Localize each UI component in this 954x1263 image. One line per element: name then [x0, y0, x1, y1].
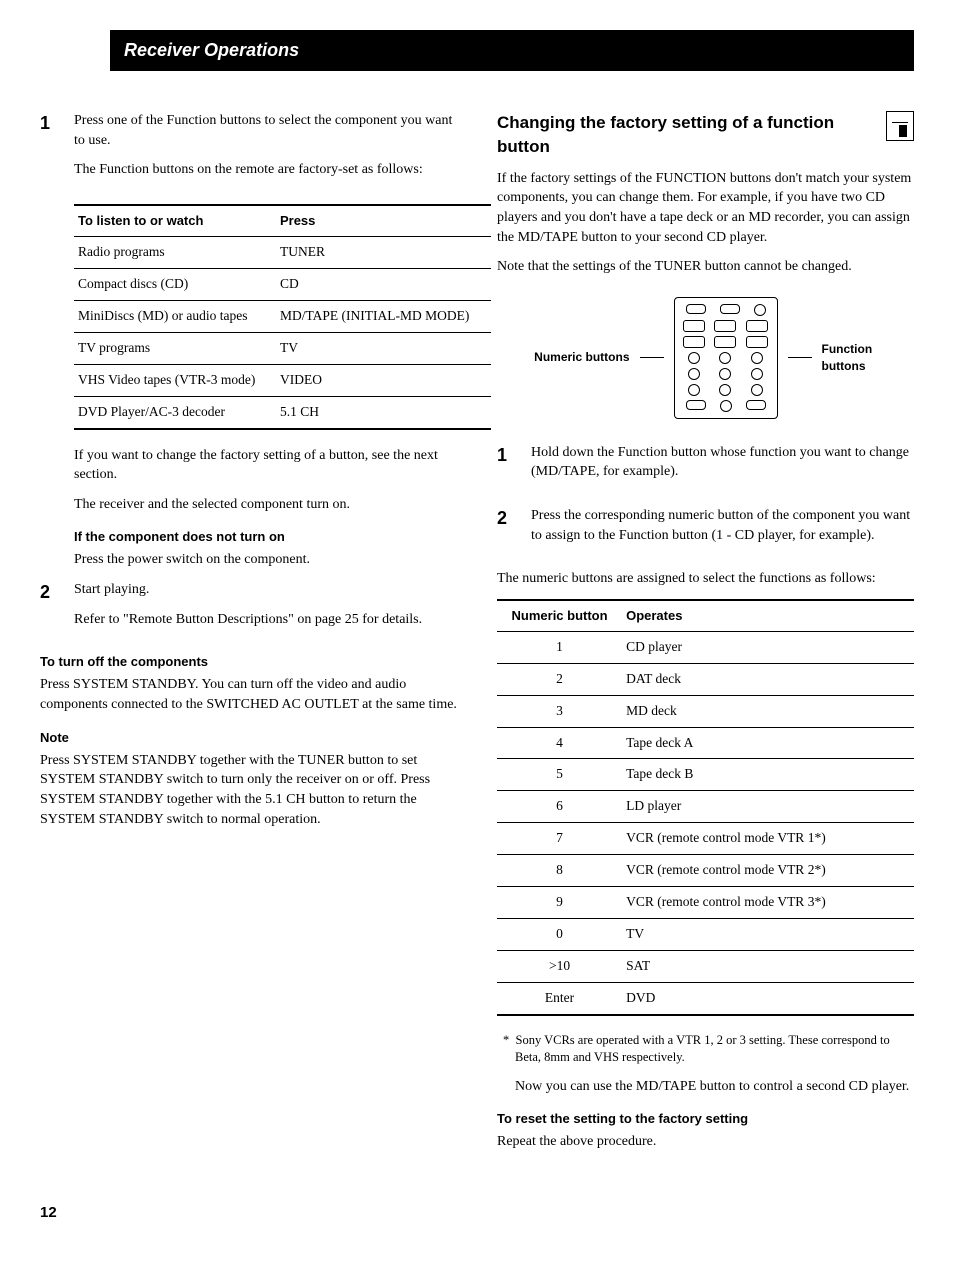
table-cell: DAT deck: [622, 663, 914, 695]
table-cell: Compact discs (CD): [74, 269, 276, 301]
table-cell: 1: [497, 631, 622, 663]
table-cell: VHS Video tapes (VTR-3 mode): [74, 364, 276, 396]
table-cell: Tape deck A: [622, 727, 914, 759]
step2-text: Refer to "Remote Button Descriptions" on…: [74, 610, 457, 630]
table-header: Operates: [622, 600, 914, 632]
table-cell: 8: [497, 855, 622, 887]
table-cell: >10: [497, 950, 622, 982]
table-cell: Enter: [497, 982, 622, 1014]
step-number: 2: [497, 506, 517, 555]
document-page: Receiver Operations 1 Press one of the F…: [0, 0, 954, 1263]
table-cell: 7: [497, 823, 622, 855]
table-cell: CD: [276, 269, 491, 301]
footnote-text: Sony VCRs are operated with a VTR 1, 2 o…: [515, 1033, 890, 1065]
two-column-layout: 1 Press one of the Function buttons to s…: [40, 111, 914, 1162]
step-text: Hold down the Function button whose func…: [531, 443, 914, 482]
table-cell: VIDEO: [276, 364, 491, 396]
right-column: Changing the factory setting of a functi…: [497, 111, 914, 1162]
numeric-buttons-table: Numeric button Operates 1CD player 2DAT …: [497, 599, 914, 1016]
table-header: Numeric button: [497, 600, 622, 632]
step-1: 1 Press one of the Function buttons to s…: [40, 111, 457, 190]
table-cell: MiniDiscs (MD) or audio tapes: [74, 300, 276, 332]
diagram-label-numeric: Numeric buttons: [520, 349, 630, 366]
page-number: 12: [40, 1202, 914, 1223]
function-buttons-table: To listen to or watch Press Radio progra…: [74, 204, 491, 430]
body-text: Repeat the above procedure.: [497, 1132, 914, 1152]
after-table-text: If you want to change the factory settin…: [74, 446, 457, 485]
table-cell: LD player: [622, 791, 914, 823]
remote-diagram-wrap: Numeric buttons Function buttons: [497, 297, 914, 419]
step-text: Press the corresponding numeric button o…: [531, 506, 914, 545]
subheading-reset: To reset the setting to the factory sett…: [497, 1110, 914, 1128]
body-text: Note that the settings of the TUNER butt…: [497, 257, 914, 277]
table-cell: DVD: [622, 982, 914, 1014]
right-step-1: 1 Hold down the Function button whose fu…: [497, 443, 914, 492]
table-cell: 6: [497, 791, 622, 823]
subheading-not-turn-on: If the component does not turn on: [74, 528, 457, 546]
table-cell: DVD Player/AC-3 decoder: [74, 396, 276, 428]
footnote: * Sony VCRs are operated with a VTR 1, 2…: [515, 1032, 914, 1067]
leader-line: [788, 357, 812, 358]
after-table-text: The receiver and the selected component …: [74, 495, 457, 515]
table-cell: CD player: [622, 631, 914, 663]
table-cell: 3: [497, 695, 622, 727]
table-cell: 9: [497, 887, 622, 919]
table-cell: 5.1 CH: [276, 396, 491, 428]
table-cell: 2: [497, 663, 622, 695]
table-cell: 5: [497, 759, 622, 791]
table-cell: TUNER: [276, 237, 491, 269]
table-cell: TV: [276, 332, 491, 364]
step1-sub: The Function buttons on the remote are f…: [74, 160, 457, 180]
note-body: Press SYSTEM STANDBY together with the T…: [40, 751, 457, 829]
left-column: 1 Press one of the Function buttons to s…: [40, 111, 457, 1162]
body-text: The numeric buttons are assigned to sele…: [497, 569, 914, 589]
table-cell: 0: [497, 918, 622, 950]
step-2: 2 Start playing. Refer to "Remote Button…: [40, 580, 457, 639]
table-cell: MD deck: [622, 695, 914, 727]
body-text: Press the power switch on the component.: [74, 550, 457, 570]
note-heading: Note: [40, 729, 457, 747]
body-text: If the factory settings of the FUNCTION …: [497, 169, 914, 247]
table-cell: MD/TAPE (INITIAL-MD MODE): [276, 300, 491, 332]
section-header: Receiver Operations: [110, 30, 914, 71]
table-header: To listen to or watch: [74, 205, 276, 237]
table-cell: Radio programs: [74, 237, 276, 269]
footnote-mark: *: [503, 1033, 509, 1047]
table-cell: VCR (remote control mode VTR 2*): [622, 855, 914, 887]
step-number: 1: [497, 443, 517, 492]
table-cell: TV: [622, 918, 914, 950]
step1-intro: Press one of the Function buttons to sel…: [74, 111, 457, 150]
step2-text: Start playing.: [74, 580, 457, 600]
remote-icon: [886, 111, 914, 141]
step-number: 1: [40, 111, 60, 190]
remote-diagram: [674, 297, 778, 419]
step-number: 2: [40, 580, 60, 639]
section-title-text: Changing the factory setting of a functi…: [497, 111, 878, 159]
table-cell: VCR (remote control mode VTR 3*): [622, 887, 914, 919]
right-step-2: 2 Press the corresponding numeric button…: [497, 506, 914, 555]
table-cell: TV programs: [74, 332, 276, 364]
diagram-label-function: Function buttons: [822, 341, 892, 375]
table-header: Press: [276, 205, 491, 237]
table-cell: SAT: [622, 950, 914, 982]
table-cell: Tape deck B: [622, 759, 914, 791]
body-text: Press SYSTEM STANDBY. You can turn off t…: [40, 675, 457, 714]
table-cell: VCR (remote control mode VTR 1*): [622, 823, 914, 855]
subheading-turn-off: To turn off the components: [40, 653, 457, 671]
body-text: Now you can use the MD/TAPE button to co…: [515, 1077, 914, 1097]
table-cell: 4: [497, 727, 622, 759]
section-heading: Changing the factory setting of a functi…: [497, 111, 914, 159]
leader-line: [640, 357, 664, 358]
